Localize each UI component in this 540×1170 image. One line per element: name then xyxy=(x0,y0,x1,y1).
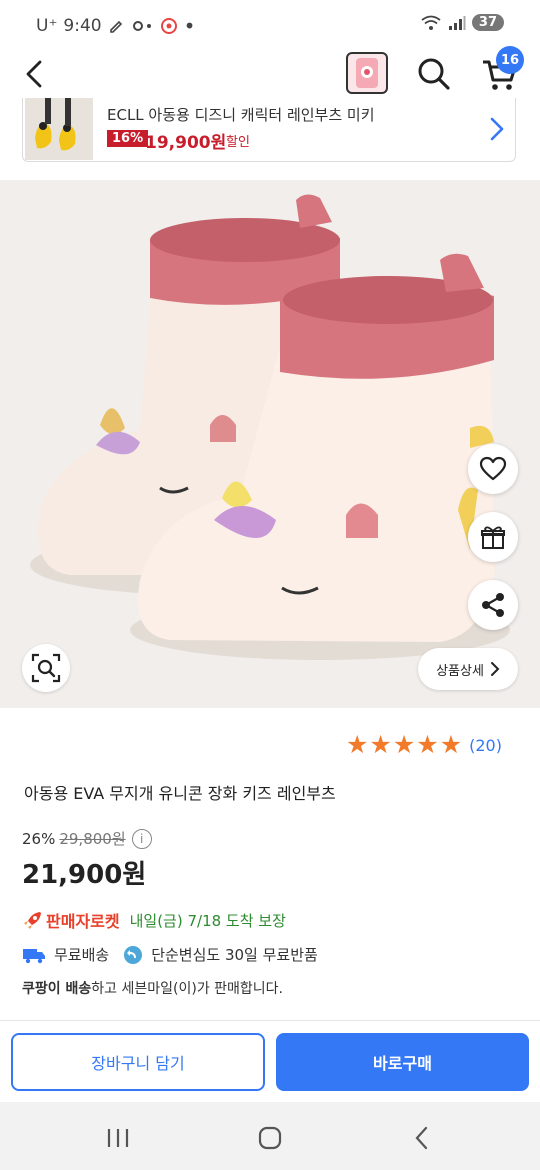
system-navigation-bar xyxy=(0,1102,540,1170)
price-row: 26% 29,800원 i xyxy=(22,828,152,849)
related-product-title: ECLL 아동용 디즈니 캐릭터 레인부츠 미키 xyxy=(107,106,375,124)
zoom-icon xyxy=(31,653,61,683)
system-back-button[interactable] xyxy=(402,1118,442,1158)
toggle-icon xyxy=(132,21,151,31)
status-bar: U⁺ 9:40 • 37 xyxy=(0,0,540,50)
wishlist-button[interactable] xyxy=(468,444,518,494)
product-thumbnail-button[interactable] xyxy=(346,52,388,94)
shipping-info: 무료배송 단순변심도 30일 무료반품 xyxy=(22,944,318,965)
recent-apps-button[interactable] xyxy=(98,1118,138,1158)
product-rating[interactable]: ★ ★ ★ ★ ★ (20) xyxy=(346,732,502,758)
related-product-sale-label: 할인 xyxy=(226,135,250,150)
free-shipping-label: 무료배송 xyxy=(54,946,110,964)
back-button[interactable] xyxy=(18,56,50,92)
product-title: 아동용 EVA 무지개 유니콘 장화 키즈 레인부츠 xyxy=(24,784,336,803)
back-arrow-icon xyxy=(26,60,42,88)
original-price: 29,800원 xyxy=(59,830,126,848)
star-icon: ★ xyxy=(416,730,439,759)
star-icon: ★ xyxy=(346,730,369,759)
star-icon: ★ xyxy=(369,730,392,759)
share-button[interactable] xyxy=(468,580,518,630)
action-divider xyxy=(0,1020,540,1021)
battery-indicator: 37 xyxy=(471,14,504,31)
gift-icon xyxy=(481,526,505,549)
rocket-delivery-label: 판매자로켓 xyxy=(46,912,120,931)
carrier-label: U⁺ xyxy=(36,16,58,36)
recent-apps-icon xyxy=(107,1129,129,1147)
seller-info: 쿠팡이 배송하고 세븐마일(이)가 판매합니다. xyxy=(22,978,283,998)
free-return-label: 단순변심도 30일 무료반품 xyxy=(151,946,318,964)
search-button[interactable] xyxy=(414,54,454,94)
product-image-carousel[interactable]: 상품상세 xyxy=(0,180,540,708)
gift-button[interactable] xyxy=(468,512,518,562)
product-detail-button[interactable]: 상품상세 xyxy=(418,648,518,690)
back-icon xyxy=(415,1126,428,1150)
rocket-icon xyxy=(24,912,41,929)
delivery-date: 내일(금) 7/18 도착 보장 xyxy=(129,911,286,930)
top-navigation: 16 xyxy=(0,46,540,98)
chevron-right-icon xyxy=(490,662,500,676)
price-info-icon[interactable]: i xyxy=(131,828,152,849)
related-product-discount: 16% xyxy=(107,130,149,147)
related-product-image xyxy=(25,98,93,160)
chevron-right-icon xyxy=(490,117,504,141)
home-button[interactable] xyxy=(250,1118,290,1158)
search-icon xyxy=(418,58,450,90)
pen-icon xyxy=(109,20,122,33)
app-notification-icon xyxy=(160,18,177,34)
signal-icon xyxy=(448,15,466,30)
seller-suffix: 하고 세븐마일(이)가 판매합니다. xyxy=(91,981,283,997)
add-to-cart-button[interactable]: 장바구니 담기 xyxy=(11,1033,265,1091)
unicorn-rain-boots-image xyxy=(0,180,540,708)
product-thumbnail-image xyxy=(356,58,378,88)
delivery-promise: 판매자로켓 내일(금) 7/18 도착 보장 xyxy=(22,908,286,932)
more-notifications-dot: • xyxy=(183,14,196,38)
sale-price: 21,900원 xyxy=(22,860,147,890)
review-count[interactable]: (20) xyxy=(469,736,502,755)
share-icon xyxy=(482,593,504,617)
discount-rate: 26% xyxy=(22,829,56,848)
truck-icon xyxy=(23,948,45,963)
product-detail-label: 상품상세 xyxy=(436,663,484,679)
zoom-image-button[interactable] xyxy=(22,644,70,692)
seller-prefix: 쿠팡이 배송 xyxy=(22,981,92,997)
heart-icon xyxy=(479,456,507,481)
related-product-price: 19,900원 xyxy=(145,133,227,153)
wifi-icon xyxy=(421,15,441,30)
star-icon: ★ xyxy=(439,730,463,759)
home-icon xyxy=(258,1126,282,1150)
status-right: 37 xyxy=(420,14,504,31)
status-left: U⁺ 9:40 • xyxy=(36,14,195,38)
buy-now-button[interactable]: 바로구매 xyxy=(276,1033,529,1091)
return-icon xyxy=(124,945,143,964)
star-icon: ★ xyxy=(392,730,416,759)
related-product-banner[interactable]: ECLL 아동용 디즈니 캐릭터 레인부츠 미키 16% 19,900원 할인 xyxy=(22,98,516,162)
yellow-boots-image xyxy=(25,98,93,160)
cart-button[interactable]: 16 xyxy=(480,46,524,94)
rocket-badge: 판매자로켓 xyxy=(22,908,120,932)
clock: 9:40 xyxy=(63,16,102,36)
cart-count-badge: 16 xyxy=(496,46,524,74)
